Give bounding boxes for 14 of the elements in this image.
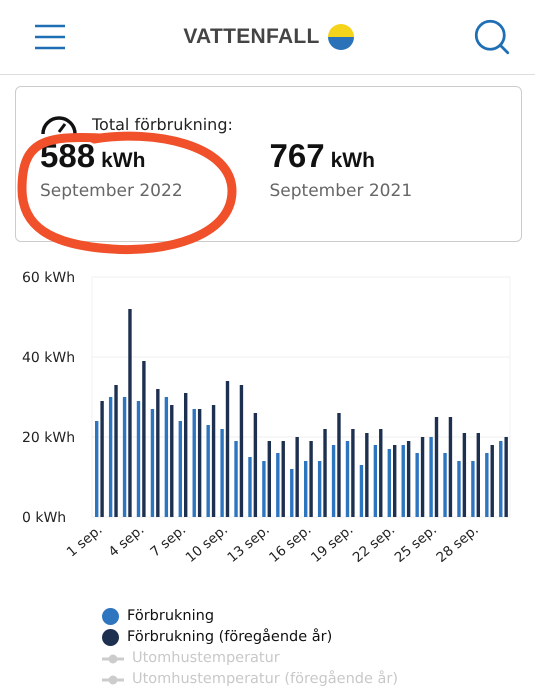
summary-title: Total förbrukning: xyxy=(92,114,233,134)
consumption-value: 588 kWh xyxy=(40,137,146,175)
period-label: September 2022 xyxy=(40,181,184,201)
logo-text: VATTENFALL xyxy=(183,25,320,49)
axis-tick-label: 60 kWh xyxy=(22,270,76,286)
axis-tick-label: 4 sep. xyxy=(106,522,148,560)
axis-tick-label: 40 kWh xyxy=(22,350,76,366)
legend-item[interactable]: Förbrukning xyxy=(102,606,535,627)
axis-tick-label: 0 kWh xyxy=(22,510,66,526)
period-label: September 2021 xyxy=(270,181,414,201)
consumption-value: 767 kWh xyxy=(270,137,376,175)
legend-item[interactable]: Förbrukning (föregående år) xyxy=(102,627,535,648)
axis-tick-label: 1 sep. xyxy=(64,522,106,560)
axis-tick-label: 20 kWh xyxy=(22,430,76,446)
